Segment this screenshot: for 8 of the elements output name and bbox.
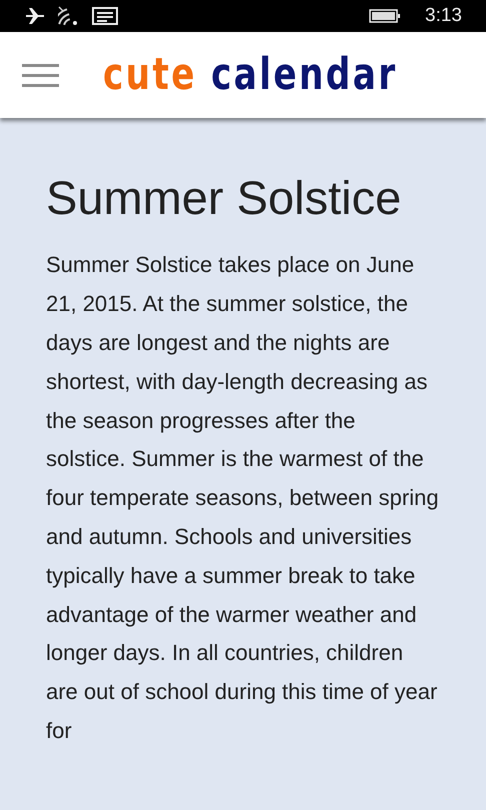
message-icon [92,7,118,25]
battery-icon [369,9,402,23]
article-title: Summer Solstice [46,170,402,226]
clock-time: 3:13 [425,5,462,27]
signal-icon [58,6,80,26]
article-body: Summer Solstice takes place on June 21, 2015. At the summer solstice, the days are longest and the nights are shortest, with day-length decreasing as the season progresses after the solstice. Summer is the warmest of the four temperate seasons, between spring and autumn. Schools and universities typically have a summer break to take advantage of the warmer weather and longer days. In all countries, children are out of school during this time of year for [46,251,440,745]
airplane-icon [24,7,46,25]
app-logo: cute calendar [103,53,398,97]
